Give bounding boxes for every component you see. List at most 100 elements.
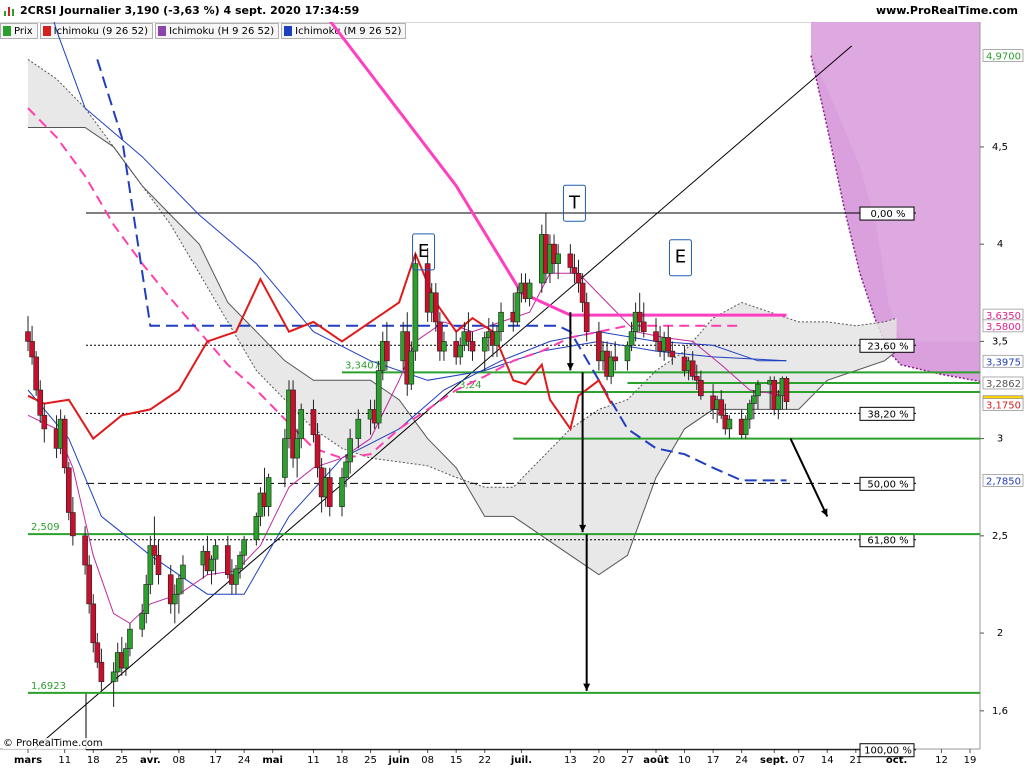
- price-badge-label: 2,7850: [986, 476, 1021, 487]
- candle-body[interactable]: [583, 302, 590, 332]
- candle-body[interactable]: [628, 331, 635, 346]
- candle-body[interactable]: [310, 409, 317, 436]
- candle-body[interactable]: [636, 311, 643, 323]
- candle-body[interactable]: [746, 403, 753, 420]
- fibonacci-label: 61,80 %: [867, 536, 908, 547]
- ichimoku-cloud: [28, 59, 897, 575]
- candle-body[interactable]: [755, 383, 761, 397]
- x-tick-label: 11: [58, 755, 71, 766]
- y-tick-label: 3: [997, 434, 1003, 445]
- candle-body[interactable]: [212, 545, 219, 560]
- candle-body[interactable]: [408, 350, 415, 385]
- fibonacci-label: 100,00 %: [864, 746, 912, 757]
- candle-body[interactable]: [567, 253, 574, 268]
- x-tick-label: 19: [964, 755, 977, 766]
- candle-body[interactable]: [282, 438, 288, 478]
- candle-body[interactable]: [465, 331, 472, 342]
- candle-body[interactable]: [98, 661, 105, 682]
- candle-body[interactable]: [70, 512, 76, 537]
- candle-body[interactable]: [412, 263, 419, 352]
- candle-body[interactable]: [514, 292, 521, 323]
- candle-body[interactable]: [61, 418, 68, 469]
- candle-body[interactable]: [233, 568, 239, 585]
- target-arrow-head: [583, 683, 591, 691]
- candle-body[interactable]: [481, 337, 488, 352]
- candle-body[interactable]: [693, 376, 700, 381]
- candle-body[interactable]: [237, 554, 243, 570]
- candle-body[interactable]: [94, 642, 101, 663]
- candle-body[interactable]: [624, 344, 631, 362]
- candle-body[interactable]: [742, 418, 749, 436]
- candle-body[interactable]: [29, 341, 35, 358]
- candle-body[interactable]: [718, 399, 725, 416]
- candle-body[interactable]: [726, 418, 733, 430]
- candle-body[interactable]: [384, 341, 390, 362]
- candle-body[interactable]: [265, 477, 272, 507]
- candle-body[interactable]: [575, 273, 582, 284]
- candle-body[interactable]: [253, 516, 260, 541]
- candle-body[interactable]: [783, 378, 790, 402]
- candle-body[interactable]: [441, 341, 447, 352]
- candle-body[interactable]: [37, 389, 44, 416]
- candle-body[interactable]: [498, 311, 504, 332]
- candle-body[interactable]: [123, 648, 129, 669]
- candle-body[interactable]: [751, 395, 757, 404]
- candle-body[interactable]: [326, 477, 333, 507]
- candle-body[interactable]: [176, 578, 182, 595]
- candle-body[interactable]: [653, 331, 659, 342]
- x-tick-label: 18: [336, 755, 349, 766]
- candle-body[interactable]: [579, 282, 586, 303]
- candle-body[interactable]: [555, 253, 561, 264]
- candle-body[interactable]: [127, 628, 133, 649]
- candle-body[interactable]: [90, 603, 97, 644]
- fibonacci-label: 38,20 %: [867, 409, 908, 420]
- candle-body[interactable]: [339, 477, 345, 507]
- candle-body[interactable]: [298, 409, 305, 439]
- candle-body[interactable]: [41, 414, 48, 430]
- candle-body[interactable]: [151, 545, 158, 556]
- x-tick-label: 14: [821, 755, 834, 766]
- candle-body[interactable]: [469, 341, 476, 352]
- cloud-span-a: [27, 58, 897, 488]
- candle-body[interactable]: [355, 418, 362, 439]
- candle-body[interactable]: [143, 584, 150, 614]
- candle-body[interactable]: [612, 356, 619, 362]
- candle-body[interactable]: [343, 461, 349, 478]
- candle-body[interactable]: [665, 337, 672, 352]
- x-tick-label: 17: [707, 755, 720, 766]
- candle-body[interactable]: [347, 438, 353, 463]
- candle-body[interactable]: [698, 379, 704, 397]
- candle-body[interactable]: [172, 593, 178, 605]
- candle-body[interactable]: [669, 350, 676, 358]
- candle-body[interactable]: [571, 267, 578, 274]
- candle-body[interactable]: [775, 395, 782, 410]
- candle-body[interactable]: [640, 321, 647, 332]
- candle-body[interactable]: [86, 564, 92, 605]
- candle-body[interactable]: [241, 539, 247, 556]
- candle-body[interactable]: [494, 331, 500, 346]
- candle-body[interactable]: [294, 438, 300, 459]
- price-chart[interactable]: 1,6 2 2,5 3 3,5 4 4,5 mars 11 18 25 avr. 08 17 24 mai 11…: [0, 0, 1024, 768]
- candle-body[interactable]: [65, 467, 72, 513]
- candle-body[interactable]: [432, 292, 439, 323]
- candle-body[interactable]: [139, 613, 145, 630]
- candle-body[interactable]: [225, 545, 231, 576]
- candle-body[interactable]: [526, 282, 533, 299]
- price-badge-label: 3,3975: [986, 357, 1021, 368]
- price-badge-label: 3,2862: [986, 379, 1021, 390]
- x-tick-label: mars: [14, 755, 42, 766]
- candle-body[interactable]: [25, 331, 31, 342]
- candle-body[interactable]: [155, 554, 162, 576]
- candle-body[interactable]: [208, 558, 215, 572]
- x-tick-label: 17: [209, 755, 222, 766]
- candle-body[interactable]: [689, 360, 696, 377]
- candle-body[interactable]: [110, 671, 117, 682]
- candle-body[interactable]: [457, 344, 464, 358]
- candle-body[interactable]: [180, 564, 186, 579]
- x-tick-label: 27: [621, 755, 634, 766]
- candle-body[interactable]: [375, 370, 382, 424]
- candle-body[interactable]: [314, 434, 321, 469]
- target-arrow: [789, 438, 829, 517]
- candle-body[interactable]: [82, 535, 88, 566]
- candle-body[interactable]: [33, 356, 39, 391]
